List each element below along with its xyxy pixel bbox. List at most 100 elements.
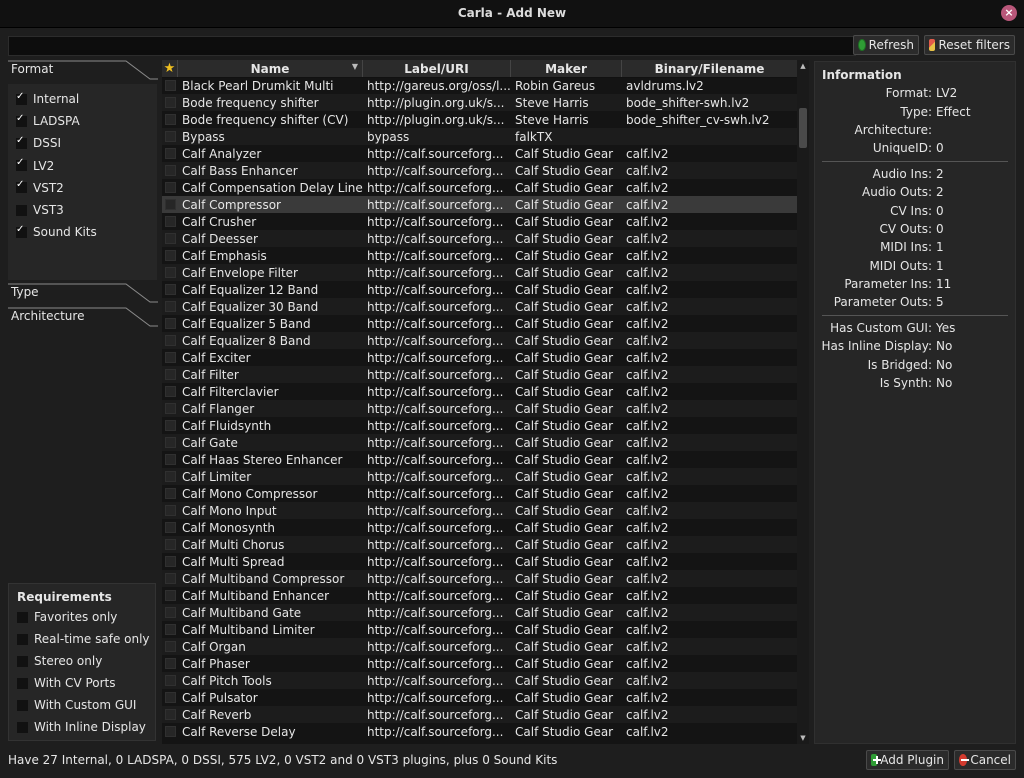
format-section-header[interactable]: Format xyxy=(8,60,158,80)
favorite-checkbox[interactable] xyxy=(165,522,176,533)
scroll-up-icon[interactable]: ▲ xyxy=(797,60,809,72)
table-row[interactable]: Calf Flanger http://calf.sourceforg... Cal… xyxy=(162,400,797,417)
favorite-cell[interactable] xyxy=(162,607,178,618)
favorite-cell[interactable] xyxy=(162,573,178,584)
type-section-header[interactable]: Type xyxy=(8,283,158,303)
table-row[interactable]: Calf Compressor http://calf.sourceforg...… xyxy=(162,196,797,213)
requirement-checkbox[interactable] xyxy=(17,721,28,733)
favorite-cell[interactable] xyxy=(162,641,178,652)
favorite-checkbox[interactable] xyxy=(165,658,176,669)
favorite-cell[interactable] xyxy=(162,335,178,346)
table-row[interactable]: Calf Organ http://calf.sourceforg... Calf … xyxy=(162,638,797,655)
table-row[interactable]: Calf Monosynth http://calf.sourceforg... C… xyxy=(162,519,797,536)
table-row[interactable]: Calf Equalizer 30 Band http://calf.source… xyxy=(162,298,797,315)
table-row[interactable]: Calf Mono Input http://calf.sourceforg...… xyxy=(162,502,797,519)
favorite-checkbox[interactable] xyxy=(165,454,176,465)
requirement-stereo-only[interactable]: Stereo only xyxy=(9,650,155,672)
table-row[interactable]: Calf Filter http://calf.sourceforg... Calf… xyxy=(162,366,797,383)
favorite-cell[interactable] xyxy=(162,505,178,516)
table-row[interactable]: Calf Exciter http://calf.sourceforg... Cal… xyxy=(162,349,797,366)
table-row[interactable]: Calf Equalizer 5 Band http://calf.sourcef… xyxy=(162,315,797,332)
binary-filename-column-header[interactable]: Binary/Filename xyxy=(622,60,797,77)
favorite-cell[interactable] xyxy=(162,556,178,567)
format-filter-vst2[interactable]: VST2 xyxy=(8,177,157,199)
favorite-cell[interactable] xyxy=(162,97,178,108)
favorite-checkbox[interactable] xyxy=(165,148,176,159)
favorite-cell[interactable] xyxy=(162,522,178,533)
favorite-cell[interactable] xyxy=(162,539,178,550)
favorite-checkbox[interactable] xyxy=(165,114,176,125)
requirement-with-inline-display[interactable]: With Inline Display xyxy=(9,716,155,738)
favorite-checkbox[interactable] xyxy=(165,641,176,652)
format-filter-dssi[interactable]: DSSI xyxy=(8,132,157,154)
favorite-cell[interactable] xyxy=(162,420,178,431)
favorite-cell[interactable] xyxy=(162,437,178,448)
favorite-cell[interactable] xyxy=(162,709,178,720)
favorite-cell[interactable] xyxy=(162,386,178,397)
favorite-checkbox[interactable] xyxy=(165,675,176,686)
favorite-cell[interactable] xyxy=(162,369,178,380)
favorite-checkbox[interactable] xyxy=(165,80,176,91)
table-row[interactable]: Calf Phaser http://calf.sourceforg... Calf… xyxy=(162,655,797,672)
table-row[interactable]: Calf Pitch Tools http://calf.sourceforg..… xyxy=(162,672,797,689)
favorite-cell[interactable] xyxy=(162,726,178,737)
favorite-checkbox[interactable] xyxy=(165,420,176,431)
refresh-button[interactable]: Refresh xyxy=(853,35,919,55)
favorite-checkbox[interactable] xyxy=(165,590,176,601)
requirement-checkbox[interactable] xyxy=(17,655,28,667)
favorite-cell[interactable] xyxy=(162,675,178,686)
favorite-column-header[interactable]: ★ xyxy=(162,60,178,77)
favorite-cell[interactable] xyxy=(162,165,178,176)
search-input[interactable] xyxy=(8,36,856,56)
table-row[interactable]: Calf Multiband Enhancer http://calf.sourc… xyxy=(162,587,797,604)
favorite-cell[interactable] xyxy=(162,403,178,414)
maker-column-header[interactable]: Maker xyxy=(511,60,622,77)
favorite-cell[interactable] xyxy=(162,454,178,465)
format-filter-lv2[interactable]: LV2 xyxy=(8,155,157,177)
favorite-cell[interactable] xyxy=(162,250,178,261)
favorite-cell[interactable] xyxy=(162,301,178,312)
table-row[interactable]: Calf Crusher http://calf.sourceforg... Cal… xyxy=(162,213,797,230)
format-checkbox[interactable] xyxy=(16,91,27,105)
favorite-cell[interactable] xyxy=(162,131,178,142)
table-row[interactable]: Calf Compensation Delay Line http://calf.… xyxy=(162,179,797,196)
table-row[interactable]: Calf Multi Spread http://calf.sourceforg.… xyxy=(162,553,797,570)
format-checkbox[interactable] xyxy=(16,135,27,149)
table-row[interactable]: Calf Multiband Compressor http://calf.sou… xyxy=(162,570,797,587)
favorite-cell[interactable] xyxy=(162,318,178,329)
favorite-cell[interactable] xyxy=(162,284,178,295)
favorite-checkbox[interactable] xyxy=(165,131,176,142)
favorite-checkbox[interactable] xyxy=(165,692,176,703)
architecture-section-header[interactable]: Architecture xyxy=(8,307,158,327)
table-row[interactable]: Calf Multiband Limiter http://calf.source… xyxy=(162,621,797,638)
format-checkbox[interactable] xyxy=(16,204,27,216)
favorite-cell[interactable] xyxy=(162,233,178,244)
favorite-checkbox[interactable] xyxy=(165,607,176,618)
favorite-cell[interactable] xyxy=(162,80,178,91)
requirement-real-time-safe-only[interactable]: Real-time safe only xyxy=(9,628,155,650)
format-checkbox[interactable] xyxy=(16,224,27,238)
favorite-checkbox[interactable] xyxy=(165,709,176,720)
table-row[interactable]: Calf Multi Chorus http://calf.sourceforg.… xyxy=(162,536,797,553)
favorite-checkbox[interactable] xyxy=(165,335,176,346)
scroll-down-icon[interactable]: ▼ xyxy=(797,732,809,744)
label-uri-column-header[interactable]: Label/URI xyxy=(363,60,511,77)
favorite-cell[interactable] xyxy=(162,148,178,159)
favorite-checkbox[interactable] xyxy=(165,165,176,176)
plugin-table[interactable]: ★ Name ▼ Label/URI Maker Binary/Filename … xyxy=(162,60,809,744)
table-row[interactable]: Black Pearl Drumkit Multi http://gareus.o… xyxy=(162,77,797,94)
favorite-cell[interactable] xyxy=(162,488,178,499)
favorite-cell[interactable] xyxy=(162,471,178,482)
favorite-checkbox[interactable] xyxy=(165,301,176,312)
favorite-cell[interactable] xyxy=(162,624,178,635)
favorite-checkbox[interactable] xyxy=(165,284,176,295)
favorite-checkbox[interactable] xyxy=(165,216,176,227)
format-checkbox[interactable] xyxy=(16,157,27,172)
format-filter-vst3[interactable]: VST3 xyxy=(8,199,157,221)
favorite-checkbox[interactable] xyxy=(165,199,176,210)
favorite-checkbox[interactable] xyxy=(165,573,176,584)
table-row[interactable]: Calf Deesser http://calf.sourceforg... Cal… xyxy=(162,230,797,247)
favorite-checkbox[interactable] xyxy=(165,369,176,380)
favorite-checkbox[interactable] xyxy=(165,488,176,499)
favorite-checkbox[interactable] xyxy=(165,403,176,414)
